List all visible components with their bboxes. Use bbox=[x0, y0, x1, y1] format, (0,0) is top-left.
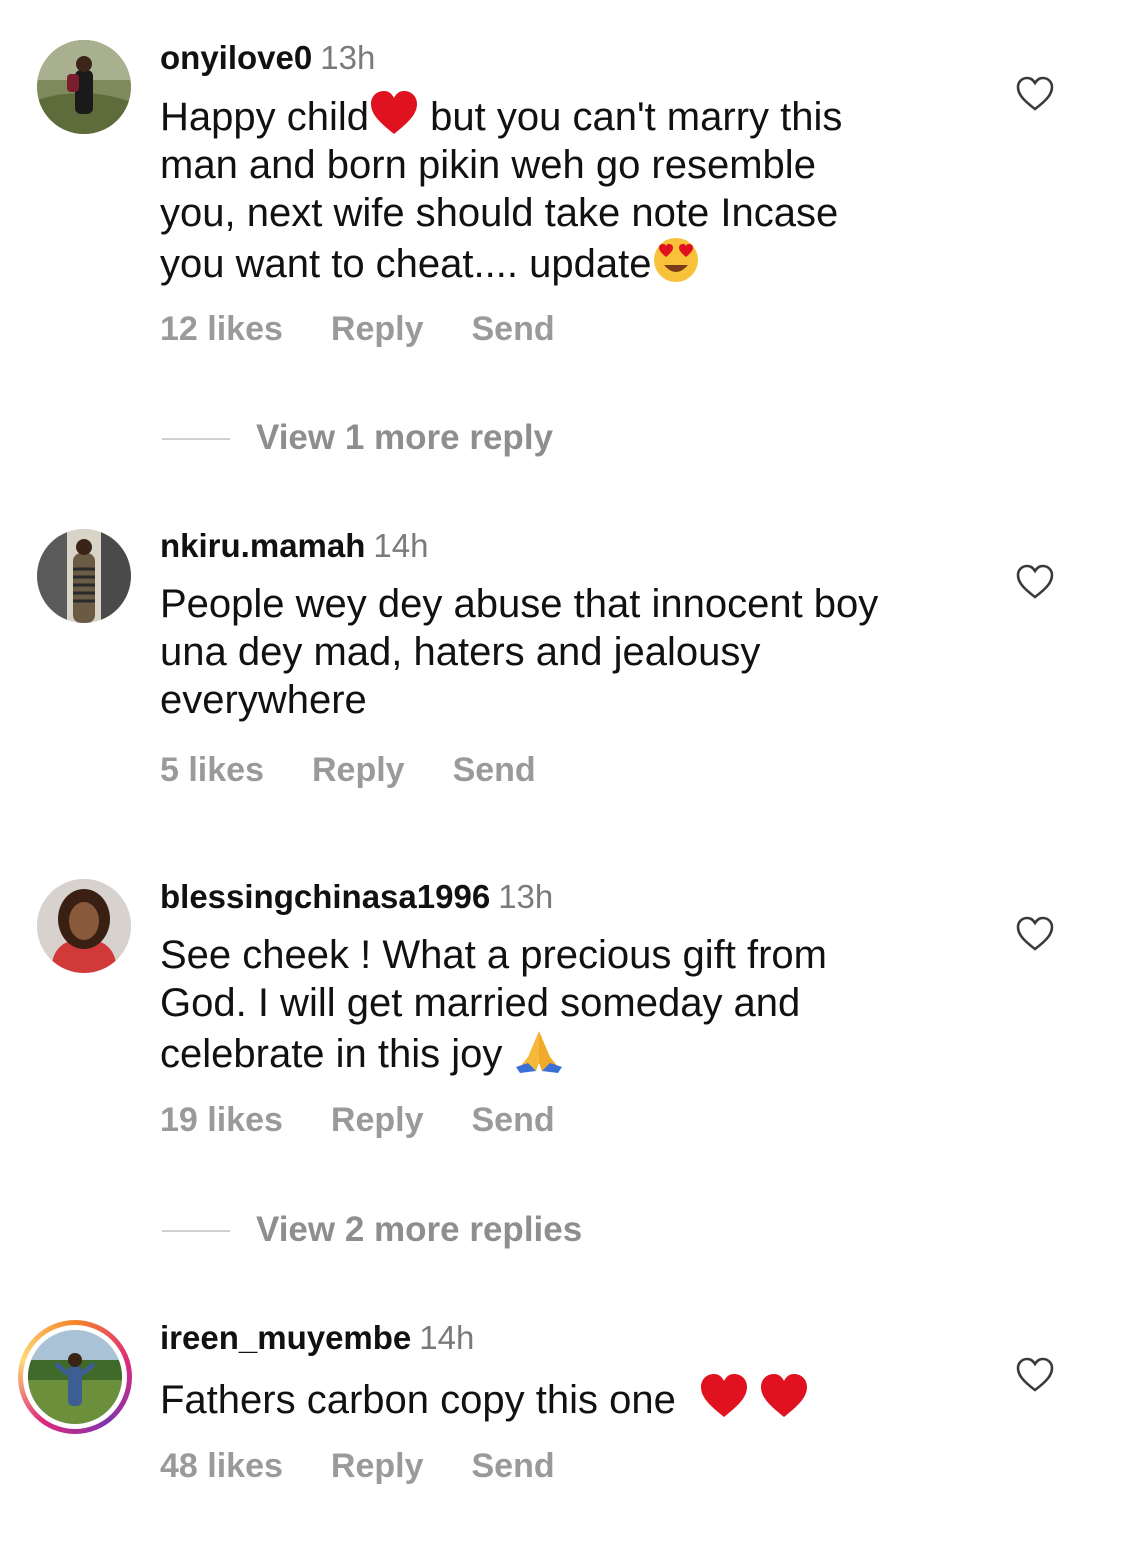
timestamp: 14h bbox=[419, 1319, 475, 1356]
likes-count[interactable]: 48 likes bbox=[160, 1447, 283, 1485]
reply-button[interactable]: Reply bbox=[331, 310, 424, 348]
divider bbox=[162, 438, 230, 440]
timestamp: 14h bbox=[373, 527, 429, 564]
heart-outline-icon[interactable] bbox=[1016, 1357, 1054, 1393]
send-button[interactable]: Send bbox=[453, 751, 536, 789]
reply-button[interactable]: Reply bbox=[331, 1101, 424, 1139]
reply-button[interactable]: Reply bbox=[312, 751, 405, 789]
send-button[interactable]: Send bbox=[471, 1447, 554, 1485]
send-button[interactable]: Send bbox=[471, 1101, 554, 1139]
send-button[interactable]: Send bbox=[471, 310, 554, 348]
username[interactable]: blessingchinasa1996 bbox=[160, 878, 490, 915]
timestamp: 13h bbox=[498, 878, 554, 915]
red-heart-emoji bbox=[699, 1373, 749, 1419]
avatar[interactable] bbox=[37, 879, 131, 973]
red-heart-emoji bbox=[759, 1373, 809, 1419]
divider bbox=[162, 1230, 230, 1232]
reply-button[interactable]: Reply bbox=[331, 1447, 424, 1485]
heart-outline-icon[interactable] bbox=[1016, 76, 1054, 112]
likes-count[interactable]: 5 likes bbox=[160, 751, 264, 789]
comment-text: See cheek ! What a precious gift from Go… bbox=[160, 933, 827, 1076]
timestamp: 13h bbox=[320, 39, 376, 76]
comment-text: Happy child but you can't marry this man… bbox=[160, 90, 980, 288]
avatar[interactable] bbox=[37, 40, 131, 134]
avatar[interactable] bbox=[28, 1330, 122, 1424]
likes-count[interactable]: 19 likes bbox=[160, 1101, 283, 1139]
username[interactable]: onyilove0 bbox=[160, 39, 312, 76]
heart-eyes-emoji bbox=[651, 237, 701, 283]
likes-count[interactable]: 12 likes bbox=[160, 310, 283, 348]
red-heart-emoji bbox=[369, 90, 419, 136]
username[interactable]: nkiru.mamah bbox=[160, 527, 365, 564]
heart-outline-icon[interactable] bbox=[1016, 564, 1054, 600]
folded-hands-emoji bbox=[514, 1027, 564, 1073]
username[interactable]: ireen_muyembe bbox=[160, 1319, 411, 1356]
avatar[interactable] bbox=[37, 529, 131, 623]
story-ring[interactable] bbox=[18, 1320, 132, 1434]
heart-outline-icon[interactable] bbox=[1016, 916, 1054, 952]
comment-text: Fathers carbon copy this one bbox=[160, 1373, 980, 1424]
comment-text: People wey dey abuse that innocent boy u… bbox=[160, 582, 879, 722]
